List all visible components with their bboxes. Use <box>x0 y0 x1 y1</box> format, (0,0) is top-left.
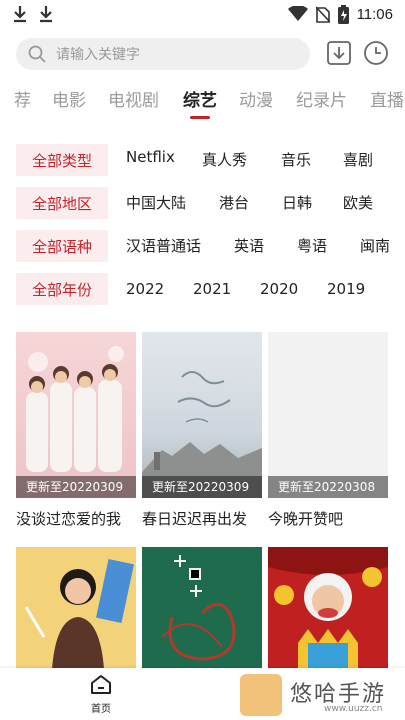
filter-option[interactable]: 2019 <box>327 273 365 305</box>
filter-option[interactable]: 2022 <box>126 273 164 305</box>
show-poster: 更新至20220308 <box>268 332 388 498</box>
filter-option[interactable]: 汉语普通话 <box>126 230 201 262</box>
category-tabs: 荐 电影 电视剧 综艺 动漫 纪录片 直播 <box>0 86 405 122</box>
update-badge: 更新至20220308 <box>268 476 388 498</box>
nav-home[interactable]: 首页 <box>80 674 122 715</box>
tab-live[interactable]: 直播 <box>370 86 404 111</box>
search-placeholder: 请输入关键字 <box>56 47 140 63</box>
search-input[interactable]: 请输入关键字 <box>16 38 310 70</box>
history-icon[interactable] <box>363 40 389 66</box>
update-badge: 更新至20220309 <box>142 476 262 498</box>
filter-option[interactable]: 真人秀 <box>202 144 247 176</box>
wifi-icon <box>287 6 308 21</box>
show-poster: 更新至20220309 <box>16 332 136 498</box>
battery-icon <box>337 4 349 24</box>
filter-year-all[interactable]: 全部年份 <box>16 273 108 305</box>
show-card[interactable]: 更新至20220309 没谈过恋爱的我 <box>16 332 136 529</box>
watermark-logo-icon <box>240 674 282 716</box>
tab-tv[interactable]: 电视剧 <box>108 86 159 111</box>
filter-type-row: 全部类型 Netflix 真人秀 音乐 喜剧 <box>0 144 405 176</box>
watermark: 悠哈手游 www.uuzz.cn <box>234 670 405 720</box>
show-title: 春日迟迟再出发 <box>142 510 248 528</box>
show-card[interactable]: 更新至20220308 今晚开赞吧 <box>268 332 388 529</box>
download-icon <box>14 6 26 23</box>
filter-option[interactable]: 中国大陆 <box>126 187 186 219</box>
filter-option[interactable]: 欧美 <box>343 187 373 219</box>
show-title: 没谈过恋爱的我 <box>16 510 122 528</box>
show-poster <box>16 547 136 669</box>
status-bar: 11:06 <box>0 0 405 28</box>
show-poster <box>142 547 262 669</box>
show-card[interactable] <box>268 547 388 669</box>
filter-option[interactable]: 喜剧 <box>343 144 373 176</box>
show-poster <box>268 547 388 669</box>
update-badge: 更新至20220309 <box>16 476 136 498</box>
filter-year-row: 全部年份 2022 2021 2020 2019 <box>0 273 405 305</box>
active-tab-indicator <box>190 116 210 119</box>
tab-recommend[interactable]: 荐 <box>14 86 31 111</box>
tab-anime[interactable]: 动漫 <box>239 86 273 111</box>
nav-home-label: 首页 <box>91 704 111 715</box>
filter-option[interactable]: Netflix <box>126 141 175 173</box>
filter-option[interactable]: 港台 <box>219 187 249 219</box>
filter-option[interactable]: 音乐 <box>281 144 311 176</box>
tab-variety[interactable]: 综艺 <box>183 86 217 111</box>
filter-option[interactable]: 粤语 <box>297 230 327 262</box>
tab-movie[interactable]: 电影 <box>52 86 86 111</box>
download-manager-icon[interactable] <box>326 40 352 66</box>
filter-option[interactable]: 2020 <box>260 273 298 305</box>
show-card[interactable]: 更新至20220309 春日迟迟再出发 <box>142 332 262 529</box>
filter-region-all[interactable]: 全部地区 <box>16 187 108 219</box>
download-icon <box>40 6 52 23</box>
filter-option[interactable]: 2021 <box>193 273 231 305</box>
tab-documentary[interactable]: 纪录片 <box>296 86 347 111</box>
show-title: 今晚开赞吧 <box>268 510 344 528</box>
clock: 11:06 <box>356 5 393 23</box>
watermark-url: www.uuzz.cn <box>324 704 383 714</box>
filter-region-row: 全部地区 中国大陆 港台 日韩 欧美 <box>0 187 405 219</box>
filter-option[interactable]: 英语 <box>234 230 264 262</box>
filter-type-all[interactable]: 全部类型 <box>16 144 108 176</box>
home-icon <box>91 675 111 694</box>
show-card[interactable] <box>142 547 262 669</box>
show-card[interactable] <box>16 547 136 669</box>
filter-language-row: 全部语种 汉语普通话 英语 粤语 闽南 <box>0 230 405 262</box>
filter-option[interactable]: 日韩 <box>282 187 312 219</box>
show-poster: 更新至20220309 <box>142 332 262 498</box>
filter-option[interactable]: 闽南 <box>360 230 390 262</box>
no-sim-icon <box>315 6 330 23</box>
filter-language-all[interactable]: 全部语种 <box>16 230 108 262</box>
search-icon <box>28 45 46 63</box>
header: 请输入关键字 <box>0 36 405 72</box>
